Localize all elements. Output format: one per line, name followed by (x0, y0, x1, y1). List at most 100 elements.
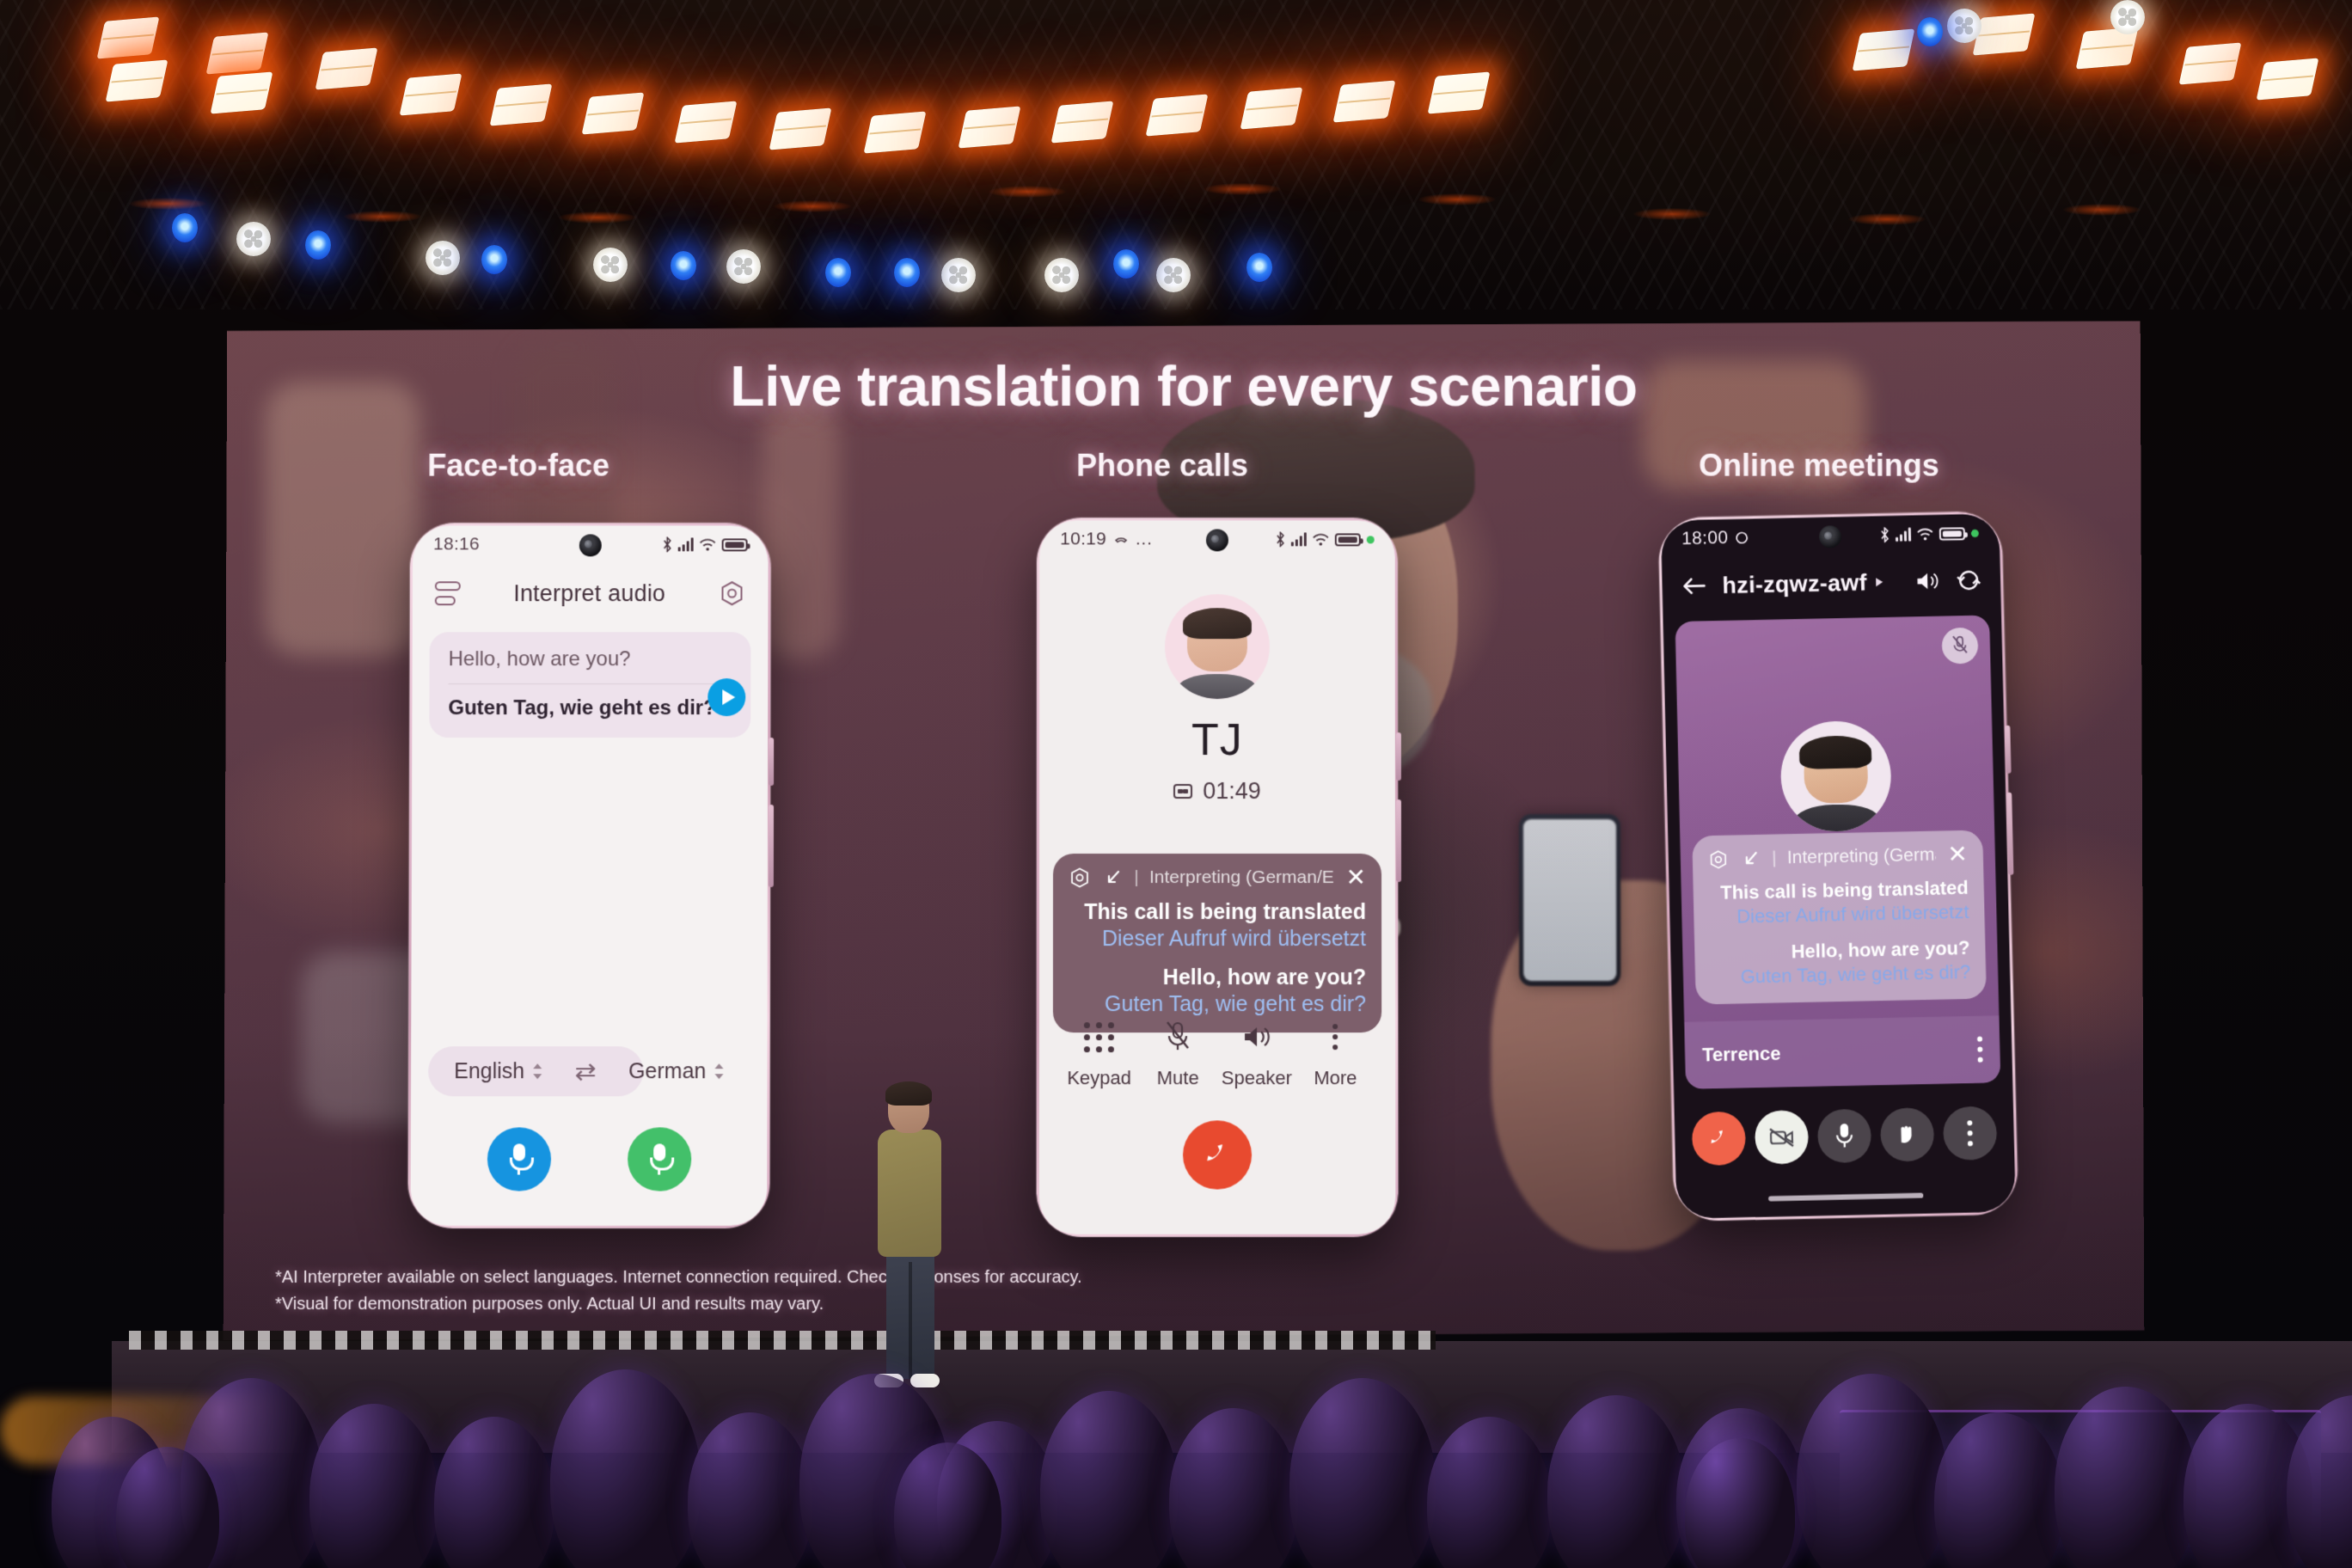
footlight-strip (129, 1331, 1436, 1350)
interpreting-line-en: Hello, how are you? (1162, 965, 1367, 990)
panel-light (2178, 42, 2242, 85)
par-light-white (426, 241, 460, 275)
meeting-code-label: hzi-zqwz-awf (1722, 569, 1868, 598)
phone1-translation-bubble: Hello, how are you? Guten Tag, wie geht … (429, 632, 750, 738)
signal-bars-icon (1896, 528, 1911, 542)
interpreting-line-en: This call is being translated (1719, 876, 1969, 903)
front-camera-icon (579, 534, 602, 556)
truss-glow (1848, 212, 1926, 225)
hex-gear-icon[interactable] (1708, 849, 1730, 871)
panel-light (1332, 80, 1396, 123)
phone3-app-bar: hzi-zqwz-awf (1662, 553, 2001, 613)
phone1-screen: 18:16 Interpret audio Hello, how are you… (411, 525, 769, 1225)
interpreting-line-en: This call is being translated (1084, 900, 1367, 925)
phone-mockup-face-to-face: 18:16 Interpret audio Hello, how are you… (408, 523, 771, 1228)
panel-light (315, 47, 378, 90)
camera-toggle-button[interactable] (1755, 1110, 1810, 1164)
stack-list-icon[interactable] (435, 581, 461, 605)
close-x-icon[interactable]: ✕ (1346, 866, 1366, 890)
wifi-icon (700, 538, 716, 551)
chevron-updown-icon (714, 1063, 724, 1079)
hex-gear-icon[interactable] (1069, 867, 1091, 889)
slide-title: Live translation for every scenario (730, 354, 1638, 418)
target-language-dropdown[interactable]: German (628, 1059, 724, 1084)
par-light-blue (894, 258, 920, 287)
speaker-icon (1241, 1024, 1272, 1050)
interpreting-line-de: Dieser Aufruf wird übersetzt (1101, 927, 1367, 952)
phone1-source-text: Hello, how are you? (449, 647, 732, 684)
par-light-blue (1917, 17, 1943, 46)
switch-camera-icon[interactable] (1956, 568, 1982, 593)
alarm-icon (1735, 531, 1749, 545)
par-light-blue (481, 245, 507, 274)
recording-dot-icon (1971, 529, 1979, 536)
panel-light (581, 92, 645, 135)
par-light-white (593, 248, 628, 282)
divider (1773, 850, 1775, 867)
play-circle-icon[interactable] (707, 678, 745, 716)
more-button[interactable]: More (1296, 1017, 1375, 1089)
hex-gear-icon[interactable] (718, 579, 745, 607)
phone2-call-controls: Keypad Mute Speaker More (1039, 1017, 1395, 1089)
end-call-icon (1704, 1124, 1734, 1154)
interpreting-line-de: Guten Tag, wie geht es dir? (1740, 960, 1971, 988)
home-indicator (1768, 1193, 1923, 1202)
phone-mockup-phone-call: 10:19 ... TJ 01:49 Interpreting (German/… (1037, 518, 1399, 1236)
panel-light (1852, 28, 1915, 71)
mic-off-icon (1163, 1020, 1192, 1054)
status-time: 18:16 (432, 534, 481, 554)
more-vertical-icon (1967, 1120, 1973, 1146)
panel-light (96, 16, 160, 59)
column-heading-online-meetings: Online meetings (1699, 447, 1939, 483)
more-options-button[interactable] (1943, 1106, 1998, 1161)
audience-member (1685, 1438, 1795, 1568)
expand-arrow-icon[interactable] (1741, 848, 1762, 870)
par-light-blue (305, 230, 331, 260)
speaker-icon[interactable] (1914, 570, 1941, 593)
house-light-glow (0, 1396, 361, 1465)
swap-arrows-icon[interactable]: ⇄ (575, 1057, 597, 1087)
venue-background: Live translation for every scenario Face… (0, 0, 2352, 1568)
phone-mockup-online-meeting: 18:00 hzi-zqwz-awf Interpreting (German/… (1658, 511, 2018, 1221)
participant-avatar (1779, 720, 1892, 833)
par-light-blue (671, 251, 696, 280)
keypad-label: Keypad (1067, 1067, 1132, 1089)
phone1-mic-buttons (411, 1127, 768, 1191)
audience-member (116, 1447, 219, 1568)
par-light-blue (1246, 253, 1272, 282)
meeting-code[interactable]: hzi-zqwz-awf (1722, 568, 1899, 598)
more-vertical-icon[interactable] (1977, 1037, 1983, 1063)
bluetooth-icon (1880, 527, 1890, 542)
par-light-white (1044, 258, 1079, 292)
phone2-interpreting-panel: Interpreting (German/Englis ✕ This call … (1053, 854, 1381, 1032)
expand-arrow-icon[interactable] (1103, 867, 1124, 888)
signal-bars-icon (1291, 532, 1307, 546)
call-missed-icon (1113, 531, 1129, 547)
arrow-left-icon[interactable] (1681, 574, 1707, 597)
mic-toggle-button[interactable] (1817, 1109, 1872, 1163)
mic-icon (650, 1143, 669, 1174)
phone1-app-bar: Interpret audio (413, 567, 769, 620)
participant-name: Terrence (1701, 1042, 1781, 1066)
source-language-dropdown[interactable]: English (454, 1059, 542, 1084)
panel-light (863, 111, 927, 154)
panel-light (1240, 87, 1303, 130)
speaker-button[interactable]: Speaker (1217, 1017, 1296, 1089)
mute-button[interactable]: Mute (1138, 1017, 1217, 1089)
raise-hand-button[interactable] (1880, 1107, 1935, 1161)
mic-button-english[interactable] (487, 1127, 550, 1191)
battery-icon (1335, 533, 1361, 546)
close-x-icon[interactable]: ✕ (1947, 842, 1968, 867)
mic-off-icon (1942, 628, 1979, 665)
end-call-button[interactable] (1692, 1112, 1746, 1166)
column-heading-phone-calls: Phone calls (1076, 447, 1248, 483)
par-light-white (236, 222, 271, 256)
keypad-button[interactable]: Keypad (1060, 1017, 1139, 1089)
mic-button-german[interactable] (628, 1127, 691, 1191)
panel-light (1145, 94, 1209, 137)
panel-light (489, 83, 553, 126)
wifi-icon (1917, 528, 1933, 541)
phone1-language-selector: English ⇄ German (425, 1046, 754, 1096)
more-vertical-icon (1332, 1024, 1338, 1050)
end-call-button[interactable] (1183, 1120, 1252, 1189)
